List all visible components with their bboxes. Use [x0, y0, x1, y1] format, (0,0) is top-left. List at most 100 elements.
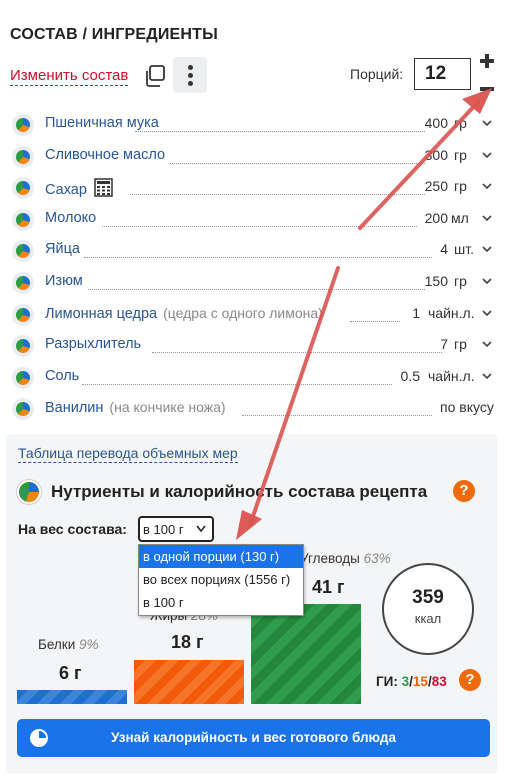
portions-label: Порций: — [350, 66, 404, 82]
ingredient-name[interactable]: Яйца — [45, 241, 80, 257]
weight-dropdown: в одной порции (130 г) во всех порциях (… — [138, 544, 304, 616]
chevron-down-icon[interactable] — [482, 371, 492, 381]
ingredient-note: (на кончике ножа) — [109, 399, 226, 416]
increase-portions-button[interactable] — [478, 52, 496, 70]
nutrition-pie-icon[interactable] — [12, 366, 34, 389]
dotted-leader — [88, 288, 425, 290]
proteins-label: Белки 9% — [38, 637, 99, 652]
ingredient-row: Разрыхлитель 7 гр — [10, 330, 506, 362]
ingredient-unit[interactable]: гр — [454, 178, 467, 194]
help-icon[interactable]: ? — [453, 480, 475, 502]
weight-option[interactable]: во всех порциях (1556 г) — [139, 568, 303, 591]
proteins-bar — [17, 690, 127, 704]
dotted-leader — [102, 225, 417, 227]
cta-label: Узнай калорийность и вес готового блюда — [111, 730, 396, 745]
portions-input[interactable] — [414, 58, 471, 90]
ingredient-qty: 7 — [440, 336, 448, 353]
ingredient-name[interactable]: Ванилин (на кончике ножа) — [45, 399, 226, 416]
help-icon[interactable]: ? — [459, 669, 481, 691]
ingredient-qty: 300 — [424, 146, 448, 163]
dotted-leader — [170, 162, 425, 164]
ingredient-name[interactable]: Молоко — [45, 210, 96, 226]
nutrition-pie-icon[interactable] — [12, 271, 34, 294]
calculate-dish-button[interactable]: Узнай калорийность и вес готового блюда — [17, 719, 490, 757]
ingredient-qty: 200 — [424, 209, 448, 226]
weight-selected-value: в 100 г — [143, 522, 184, 537]
ingredient-row: Ванилин (на кончике ножа) по вкусу — [10, 393, 506, 425]
calories-unit: ккал — [414, 611, 442, 626]
chevron-down-icon[interactable] — [482, 244, 492, 254]
decrease-portions-button[interactable] — [478, 80, 496, 98]
dotted-leader — [84, 257, 432, 259]
weight-option[interactable]: в 100 г — [139, 591, 303, 614]
dotted-leader — [130, 194, 425, 196]
ingredient-list: Пшеничная мука 400 гр Сливочное масло 30… — [10, 109, 506, 425]
ingredient-row: Яйца 4 шт. — [10, 235, 506, 267]
calculator-icon[interactable] — [94, 178, 113, 197]
ingredient-unit[interactable]: гр — [454, 336, 467, 352]
ingredient-qty: 150 — [424, 272, 448, 289]
nutrition-pie-icon[interactable] — [12, 303, 34, 326]
ingredient-unit[interactable]: шт. — [454, 241, 474, 257]
ingredient-row: Изюм 150 гр — [10, 267, 506, 299]
dotted-leader — [135, 131, 425, 132]
ingredient-qty: 1 — [412, 304, 420, 321]
chevron-down-icon — [196, 525, 206, 533]
ingredient-row: Соль 0.5 чайн.л. — [10, 362, 506, 394]
copy-icon[interactable] — [142, 62, 170, 90]
ingredient-row: Пшеничная мука 400 гр — [10, 109, 506, 141]
ingredient-row: Лимонная цедра (цедра с одного лимона) 1 … — [10, 299, 506, 331]
ingredient-qty: 400 — [424, 115, 448, 131]
ingredient-name[interactable]: Лимонная цедра (цедра с одного лимона) — [45, 305, 323, 322]
more-vertical-icon[interactable] — [173, 57, 207, 93]
ingredient-unit[interactable]: мл — [451, 210, 469, 226]
ingredient-name[interactable]: Сахар — [45, 178, 113, 198]
dotted-leader — [242, 415, 432, 417]
ingredient-unit[interactable]: чайн.л. — [428, 305, 475, 321]
ingredient-qty: 4 — [440, 241, 448, 258]
ingredient-unit[interactable]: гр — [454, 115, 467, 131]
calories-circle: 359 ккал — [382, 563, 474, 655]
chevron-down-icon[interactable] — [482, 118, 492, 128]
proteins-value: 6 г — [59, 663, 82, 683]
edit-composition-link[interactable]: Изменить состав — [10, 67, 129, 86]
dotted-leader — [350, 320, 400, 322]
chevron-down-icon[interactable] — [482, 181, 492, 191]
nutrients-title: Нутриенты и калорийность состава рецепта — [51, 482, 428, 501]
nutrition-pie-icon[interactable] — [12, 208, 34, 231]
ingredient-name[interactable]: Изюм — [45, 273, 83, 289]
weight-label: На вес состава: — [18, 521, 127, 537]
chevron-down-icon[interactable] — [482, 150, 492, 160]
nutrition-pie-icon[interactable] — [12, 398, 34, 421]
carbs-label: Углеводы 63% — [300, 551, 391, 566]
chevron-down-icon[interactable] — [482, 308, 492, 318]
chevron-down-icon[interactable] — [482, 213, 492, 223]
conversion-table-link[interactable]: Таблица перевода объемных мер — [18, 444, 238, 463]
glycemic-index: ГИ: 3/15/83 — [376, 674, 447, 689]
chevron-down-icon[interactable] — [482, 276, 492, 286]
dotted-leader — [152, 352, 442, 354]
weight-select[interactable]: в 100 г — [138, 516, 214, 542]
ingredient-unit[interactable]: чайн.л. — [428, 368, 475, 384]
ingredient-unit[interactable]: гр — [454, 273, 467, 289]
nutrition-pie-icon[interactable] — [12, 335, 34, 358]
ingredient-name[interactable]: Разрыхлитель — [45, 336, 141, 352]
ingredient-name[interactable]: Соль — [45, 368, 79, 384]
carbs-bar — [251, 604, 361, 704]
chevron-down-icon[interactable] — [482, 339, 492, 349]
calories-value: 359 — [412, 587, 444, 608]
ingredient-name[interactable]: Пшеничная мука — [45, 115, 159, 131]
nutrition-pie-icon[interactable] — [12, 114, 34, 136]
ingredient-qty: 250 — [424, 178, 448, 195]
nutrition-pie-icon[interactable] — [12, 145, 34, 168]
nutrition-pie-icon[interactable] — [12, 240, 34, 263]
ingredient-unit: по вкусу — [440, 399, 494, 416]
fats-bar — [134, 660, 244, 704]
nutrition-pie-icon[interactable] — [12, 177, 34, 200]
ingredient-unit[interactable]: гр — [454, 147, 467, 163]
ingredient-name[interactable]: Сливочное масло — [45, 147, 165, 163]
carbs-value: 41 г — [312, 577, 345, 597]
weight-option[interactable]: в одной порции (130 г) — [139, 545, 303, 568]
fats-value: 18 г — [171, 632, 204, 652]
ingredient-row: Сливочное масло 300 гр — [10, 141, 506, 173]
